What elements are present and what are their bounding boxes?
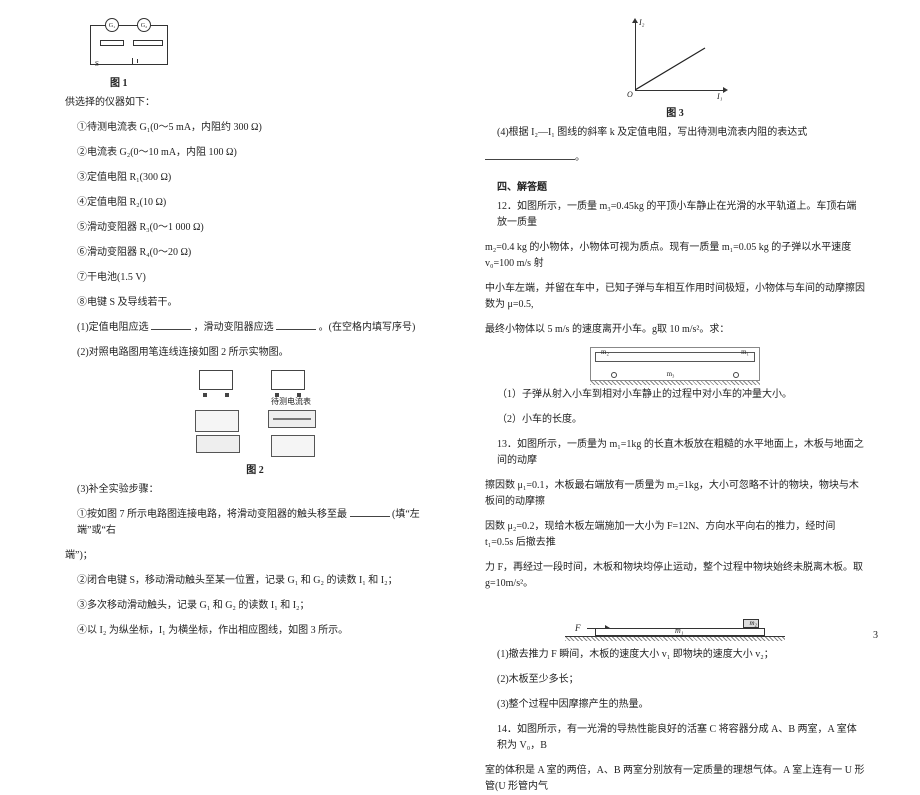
q3-step1: ①按如图 7 所示电路图连接电路，将滑动变阻器的触头移至最 (填“左端”或“右 bbox=[65, 507, 445, 539]
p13-q2: (2)木板至少多长； bbox=[485, 672, 865, 688]
q1-line: (1)定值电阻应选 ，滑动变阻器应选 。(在空格内填写序号) bbox=[65, 320, 445, 336]
right-column: O I₂ I₁ 图 3 (4)根据 I₂—I₁ 图线的斜率 k 及定值电阻，写出… bbox=[465, 20, 875, 631]
apparatus-battery bbox=[271, 435, 315, 457]
instrument-item: ⑧电键 S 及导线若干。 bbox=[65, 295, 445, 311]
apparatus-ammeter-g2: 待测电流表 bbox=[271, 370, 311, 407]
diagram-cart: m₂ m₁ m₃ bbox=[590, 347, 760, 381]
q4-blank-line: 。 bbox=[485, 150, 865, 166]
p12-line: m₂=0.4 kg 的小物体，小物体可视为质点。现有一质量 m₁=0.05 kg… bbox=[485, 240, 865, 272]
q3-step4: ④以 I₂ 为纵坐标，I₁ 为横坐标，作出相应图线，如图 3 所示。 bbox=[65, 623, 445, 639]
instrument-item: ③定值电阻 R₁(300 Ω) bbox=[65, 170, 445, 186]
q3-step1-post: 端”)； bbox=[65, 548, 445, 564]
figure-3-caption: 图 3 bbox=[485, 104, 865, 119]
q3-step3: ③多次移动滑动触头，记录 G₁ 和 G₂ 的读数 I₁ 和 I₂； bbox=[65, 598, 445, 614]
p12-line: 12．如图所示，一质量 m₃=0.45kg 的平顶小车静止在光滑的水平轨道上。车… bbox=[485, 199, 865, 231]
figure-1-circuit: G₁ G₂ S bbox=[85, 20, 175, 70]
instruments-intro: 供选择的仪器如下： bbox=[65, 95, 445, 111]
q1-post: 。(在空格内填写序号) bbox=[319, 322, 416, 333]
q2-line: (2)对照电路图用笔连线连接如图 2 所示实物图。 bbox=[65, 345, 445, 361]
label-m1: m₁ bbox=[741, 348, 749, 356]
label-F: F bbox=[575, 623, 581, 633]
q1-pre: (1)定值电阻应选 bbox=[77, 322, 149, 333]
p12-q2: （2）小车的长度。 bbox=[485, 412, 865, 428]
p13-line: 力 F，再经过一段时间，木板和物块均停止运动，整个过程中物块始终未脱离木板。取 … bbox=[485, 560, 865, 592]
q4-line: (4)根据 I₂—I₁ 图线的斜率 k 及定值电阻，写出待测电流表内阻的表达式 bbox=[485, 125, 865, 141]
p12-q1: （1）子弹从射入小车到相对小车静止的过程中对小车的冲量大小。 bbox=[485, 387, 865, 403]
blank-expression[interactable] bbox=[485, 150, 575, 160]
p12-line: 最终小物体以 5 m/s 的速度离开小车。g取 10 m/s²。求： bbox=[485, 322, 865, 338]
p13-q1: (1)撤去推力 F 瞬间，木板的速度大小 v₁ 即物块的速度大小 v₂； bbox=[485, 647, 865, 663]
p14-line: 室的体积是 A 室的两倍，A、B 两室分别放有一定质量的理想气体。A 室上连有一… bbox=[485, 763, 865, 795]
apparatus-rheostat bbox=[268, 410, 316, 428]
page-number: 3 bbox=[873, 630, 878, 641]
apparatus-resistor bbox=[195, 410, 239, 432]
page: G₁ G₂ S 图 1 供选择的仪器如下： ①待测电流表 G₁(0～5 mA，内… bbox=[0, 0, 920, 651]
q3-step1-pre: ①按如图 7 所示电路图连接电路，将滑动变阻器的触头移至最 bbox=[77, 509, 347, 520]
blank-fixed-resistor[interactable] bbox=[151, 320, 191, 330]
apparatus-ammeter-g1 bbox=[199, 370, 233, 407]
axis-y-label: I₂ bbox=[639, 18, 644, 27]
left-column: G₁ G₂ S 图 1 供选择的仪器如下： ①待测电流表 G₁(0～5 mA，内… bbox=[55, 20, 465, 631]
axis-origin-label: O bbox=[627, 90, 633, 99]
figure-1-caption: 图 1 bbox=[65, 74, 445, 89]
p13-line: 13．如图所示，一质量为 m₁=1kg 的长直木板放在粗糙的水平地面上，木板与地… bbox=[485, 437, 865, 469]
label-m1: m₁ bbox=[675, 626, 684, 635]
instrument-item: ⑤滑动变阻器 R₃(0～1 000 Ω) bbox=[65, 220, 445, 236]
p13-line: 擦因数 μ₁=0.1，木板最右端放有一质量为 m₂=1kg，大小可忽略不计的物块… bbox=[485, 478, 865, 510]
p13-q3: (3)整个过程中因摩擦产生的热量。 bbox=[485, 697, 865, 713]
chart-line-icon bbox=[635, 38, 715, 90]
apparatus-switch bbox=[196, 435, 240, 453]
label-m2: m₂ bbox=[750, 619, 758, 627]
q4-text: (4)根据 I₂—I₁ 图线的斜率 k 及定值电阻，写出待测电流表内阻的表达式 bbox=[497, 127, 807, 138]
figure-2-apparatus: 待测电流表 bbox=[180, 370, 330, 457]
figure-2-caption: 图 2 bbox=[65, 461, 445, 476]
diagram-plank: F m₁ m₂ bbox=[565, 601, 785, 641]
instrument-item: ⑥滑动变阻器 R₄(0～20 Ω) bbox=[65, 245, 445, 261]
p12-line: 中小车左端，并留在车中，已知子弹与车相互作用时间极短，小物体与车间的动摩擦因数为… bbox=[485, 281, 865, 313]
q3-head: (3)补全实验步骤： bbox=[65, 482, 445, 498]
instrument-item: ①待测电流表 G₁(0～5 mA，内阻约 300 Ω) bbox=[65, 120, 445, 136]
instrument-item: ⑦干电池(1.5 V) bbox=[65, 270, 445, 286]
instrument-item: ④定值电阻 R₂(10 Ω) bbox=[65, 195, 445, 211]
figure-3-chart: O I₂ I₁ bbox=[615, 20, 735, 100]
meter-label: 待测电流表 bbox=[271, 396, 311, 407]
blank-rheostat[interactable] bbox=[276, 320, 316, 330]
p13-line: 因数 μ₂=0.2，现给木板左端施加一大小为 F=12N、方向水平向右的推力，经… bbox=[485, 519, 865, 551]
axis-x-label: I₁ bbox=[717, 92, 722, 101]
label-m2: m₂ bbox=[601, 348, 609, 356]
q3-step2: ②闭合电键 S，移动滑动触头至某一位置，记录 G₁ 和 G₂ 的读数 I₁ 和 … bbox=[65, 573, 445, 589]
label-m3: m₃ bbox=[667, 370, 675, 378]
blank-slider-end[interactable] bbox=[350, 507, 390, 517]
instrument-item: ②电流表 G₂(0～10 mA，内阻 100 Ω) bbox=[65, 145, 445, 161]
q1-mid: ，滑动变阻器应选 bbox=[194, 322, 274, 333]
force-arrow-icon: F bbox=[575, 623, 581, 633]
p14-line: 14．如图所示，有一光滑的导热性能良好的活塞 C 将容器分成 A、B 两室，A … bbox=[485, 722, 865, 754]
section-4-heading: 四、解答题 bbox=[485, 178, 865, 193]
